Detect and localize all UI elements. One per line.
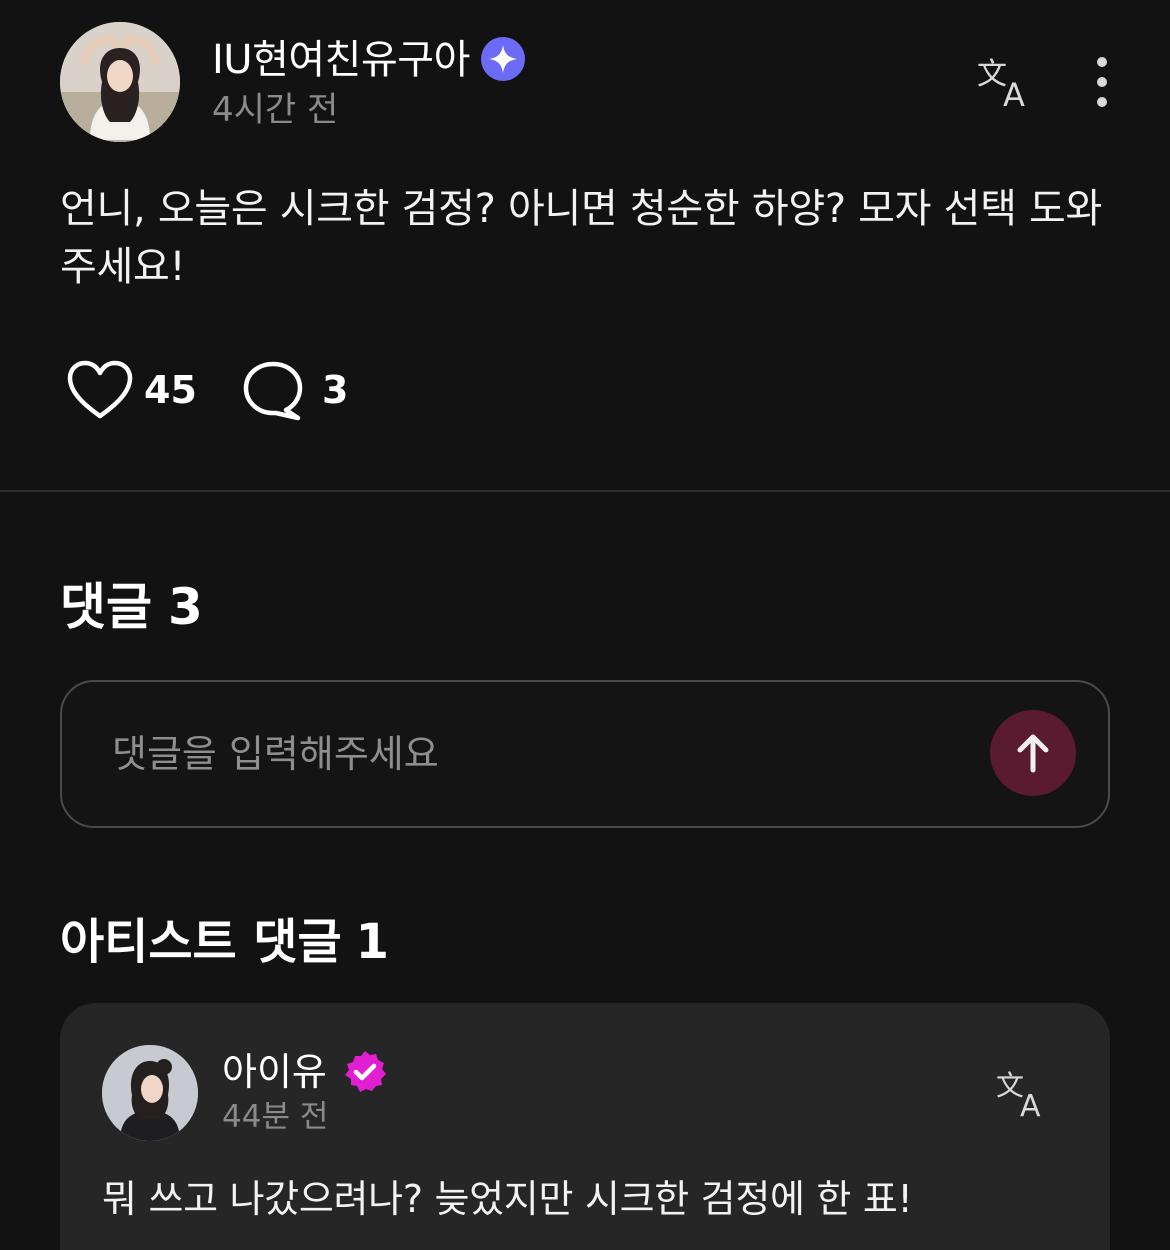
section-divider — [0, 490, 1170, 492]
sparkle-badge-icon — [481, 37, 525, 81]
translate-icon: 文 A — [996, 1069, 1041, 1124]
comment-input[interactable] — [112, 726, 972, 782]
artist-comments-heading: 아티스트 댓글 1 — [60, 912, 389, 972]
heart-outline-icon — [67, 360, 133, 419]
comments-heading-label: 댓글 — [60, 578, 152, 636]
verified-badge-icon — [345, 1051, 386, 1092]
artist-comment-time: 44분 전 — [222, 1099, 329, 1135]
artist-avatar-image — [102, 1045, 198, 1141]
arrow-up-icon — [1017, 734, 1049, 773]
artist-comments-heading-label: 아티스트 댓글 — [60, 914, 342, 970]
artist-avatar[interactable] — [102, 1045, 198, 1141]
comment-input-box — [60, 680, 1110, 828]
author-avatar[interactable] — [60, 22, 180, 142]
artist-comment-card[interactable]: 아이유 44분 전 文 A 뭐 쓰고 나갔으려나? 늦었지만 시크한 검정에 한… — [60, 1003, 1110, 1250]
artist-comment-text: 뭐 쓰고 나갔으려나? 늦었지만 시크한 검정에 한 표! — [102, 1177, 913, 1221]
comments-heading-count: 3 — [168, 578, 203, 636]
comments-heading: 댓글 3 — [60, 576, 203, 638]
comment-button[interactable]: 3 — [242, 356, 362, 426]
avatar-image — [60, 22, 180, 142]
comment-bubble-icon — [243, 361, 303, 421]
more-options-button[interactable] — [1082, 56, 1122, 110]
svg-text:A: A — [1020, 1089, 1041, 1119]
like-button[interactable]: 45 — [66, 356, 202, 426]
svg-text:A: A — [1003, 76, 1025, 110]
translate-button[interactable]: 文 A — [975, 54, 1035, 114]
comment-count: 3 — [322, 368, 349, 412]
artist-comments-heading-count: 1 — [355, 914, 390, 970]
post-header: IU현여친유구아 4시간 전 文 A — [60, 22, 1110, 142]
post-body: 언니, 오늘은 시크한 검정? 아니면 청순한 하양? 모자 선택 도와주세요! — [60, 186, 1103, 290]
like-count: 45 — [144, 368, 197, 412]
send-comment-button[interactable] — [990, 710, 1076, 796]
post-detail-page: IU현여친유구아 4시간 전 文 A 언니, 오늘은 시크한 검정? 아니면 청… — [0, 0, 1170, 1250]
post-time: 4시간 전 — [212, 90, 339, 130]
author-name[interactable]: IU현여친유구아 — [212, 36, 470, 84]
translate-icon: 文 A — [977, 57, 1025, 114]
post-actions: 45 3 — [66, 356, 466, 426]
artist-name[interactable]: 아이유 — [222, 1049, 327, 1095]
more-vertical-icon — [1097, 57, 1107, 107]
comment-translate-button[interactable]: 文 A — [994, 1067, 1050, 1124]
